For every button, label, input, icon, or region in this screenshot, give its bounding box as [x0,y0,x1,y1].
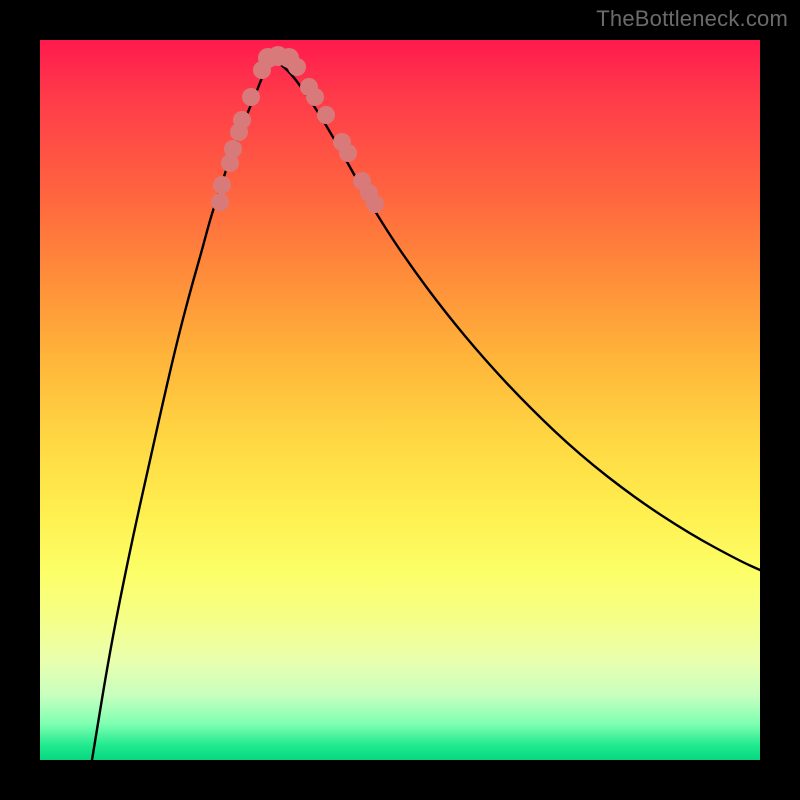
curve-left-branch [92,58,272,760]
plot-area [40,40,760,760]
chart-svg [40,40,760,760]
data-point [233,111,251,129]
data-point [317,106,335,124]
data-point [339,144,357,162]
watermark-text: TheBottleneck.com [596,6,788,32]
data-point [242,88,260,106]
data-point [366,195,384,213]
data-point [288,58,306,76]
data-point [224,140,242,158]
data-point [211,193,229,211]
data-point [306,88,324,106]
data-point [213,176,231,194]
chart-frame: TheBottleneck.com [0,0,800,800]
